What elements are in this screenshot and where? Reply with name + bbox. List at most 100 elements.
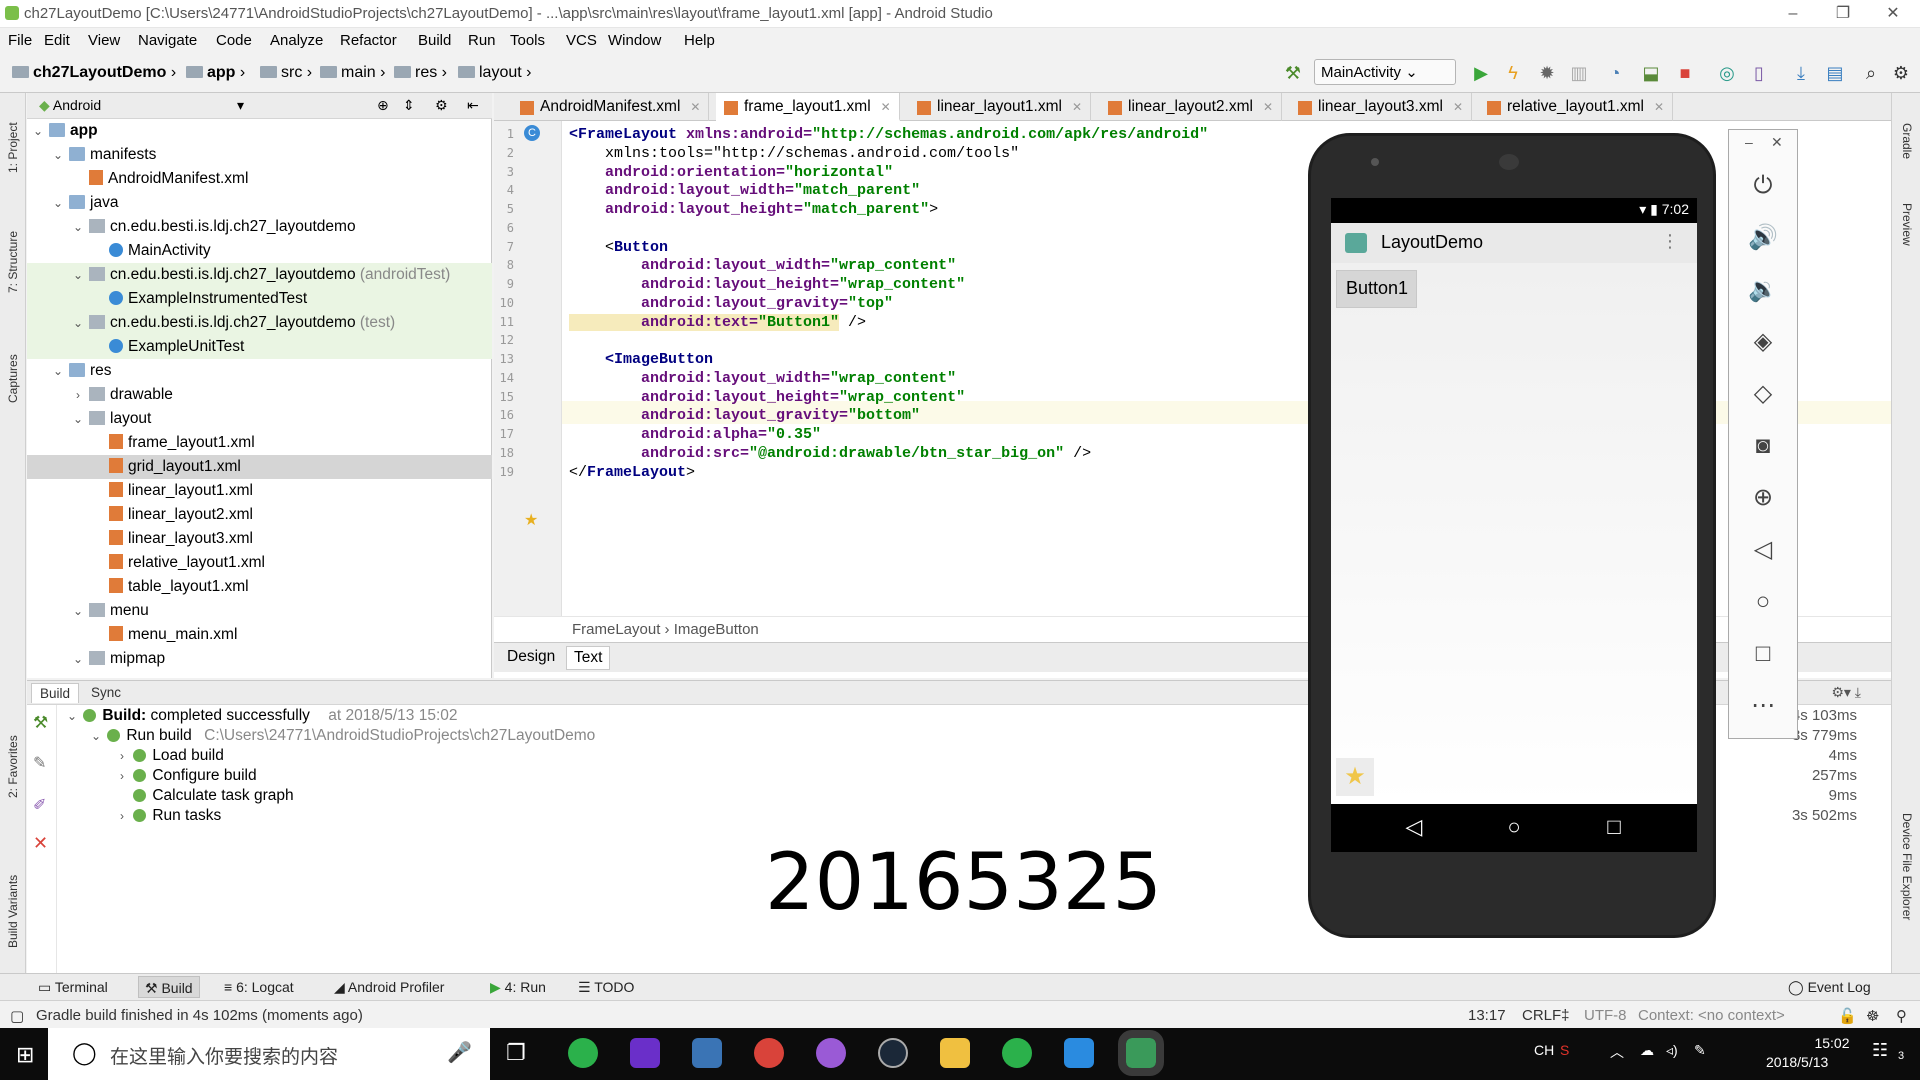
android-profiler-tab[interactable]: ◢ Android Profiler <box>334 979 444 996</box>
build-variants-tool-button[interactable]: Build Variants <box>6 875 20 948</box>
action-center-icon[interactable]: ☷ <box>1872 1040 1888 1061</box>
close-button[interactable]: ✕ <box>1868 0 1918 28</box>
status-message[interactable]: Gradle build finished in 4s 102ms (momen… <box>36 1007 363 1024</box>
preview-tool-button[interactable]: Preview <box>1900 203 1914 246</box>
wechat-app-icon[interactable] <box>1002 1038 1032 1068</box>
panel-settings-icon[interactable]: ⚙ <box>435 97 448 114</box>
taskbar-date[interactable]: 2018/5/13 <box>1766 1054 1828 1070</box>
text-tab[interactable]: Text <box>566 646 611 670</box>
expand-arrow-icon[interactable]: ⌄ <box>71 263 85 287</box>
memory-indicator-icon[interactable]: ⚲ <box>1896 1007 1907 1025</box>
tab-linear-layout1[interactable]: linear_layout1.xml ✕ <box>909 93 1091 121</box>
menu-refactor[interactable]: Refactor <box>340 32 397 49</box>
project-tree-item[interactable]: ExampleInstrumentedTest <box>27 287 492 311</box>
power-icon[interactable]: ⏻ <box>1729 164 1797 208</box>
close-tab-icon[interactable]: ✕ <box>881 100 891 114</box>
project-tree-item[interactable]: ⌄ cn.edu.besti.is.ldj.ch27_layoutdemo (te… <box>27 311 492 335</box>
volume-down-icon[interactable]: 🔉 <box>1729 268 1797 312</box>
expand-arrow-icon[interactable]: ⌄ <box>71 311 85 335</box>
run-tab[interactable]: ▶ 4: Run <box>490 979 546 996</box>
virtualbox-app-icon[interactable] <box>692 1038 722 1068</box>
project-tree-item[interactable]: menu_main.xml <box>27 623 492 647</box>
project-tree-item[interactable]: linear_layout3.xml <box>27 527 492 551</box>
attach-debugger-icon[interactable]: ⬓ <box>1640 62 1662 84</box>
file-encoding[interactable]: UTF-8 <box>1584 1007 1627 1024</box>
expand-arrow-icon[interactable]: ⌄ <box>71 407 85 431</box>
microphone-icon[interactable]: 🎤 <box>447 1040 472 1065</box>
project-structure-icon[interactable]: ▤ <box>1824 62 1846 84</box>
star-image-button[interactable]: ★ <box>1336 758 1374 796</box>
menu-navigate[interactable]: Navigate <box>138 32 197 49</box>
breadcrumb-framelayout[interactable]: FrameLayout <box>572 621 660 638</box>
view-dropdown-icon[interactable]: ▾ <box>237 97 244 114</box>
close-tab-icon[interactable]: ✕ <box>1263 100 1273 114</box>
more-icon[interactable]: ⋯ <box>1729 684 1797 728</box>
todo-tab[interactable]: ☰ TODO <box>578 979 634 996</box>
paint-app-icon[interactable] <box>754 1038 784 1068</box>
crumb-res[interactable]: res › <box>394 64 447 82</box>
project-tree-item[interactable]: relative_layout1.xml <box>27 551 492 575</box>
project-tree-item[interactable]: ⌄ res <box>27 359 492 383</box>
breadcrumb-imagebutton[interactable]: ImageButton <box>674 621 759 638</box>
pin-icon[interactable]: ✐ <box>33 795 46 815</box>
build-tab[interactable]: Build <box>31 683 80 703</box>
project-tree-item[interactable]: › drawable <box>27 383 492 407</box>
maximize-button[interactable]: ❐ <box>1818 0 1868 28</box>
sogou-ime-icon[interactable]: S <box>1560 1042 1569 1058</box>
favorites-tool-button[interactable]: 2: Favorites <box>6 735 20 798</box>
build-step-row[interactable]: › Configure build <box>115 767 257 787</box>
project-view-select[interactable]: Android <box>53 97 101 113</box>
status-toggle-icon[interactable]: ▢ <box>10 1007 24 1025</box>
expand-arrow-icon[interactable]: ⌄ <box>51 359 65 383</box>
taskbar-clock[interactable]: 15:02 <box>1804 1035 1860 1051</box>
project-tree-item[interactable]: AndroidManifest.xml <box>27 167 492 191</box>
project-tree-item[interactable]: table_layout1.xml <box>27 575 492 599</box>
caret-position[interactable]: 13:17 <box>1468 1007 1506 1024</box>
emu-back-icon[interactable]: ◁ <box>1729 528 1797 572</box>
settings-gear-icon[interactable]: ⚙ <box>1890 62 1912 84</box>
minimize-button[interactable]: – <box>1768 0 1818 28</box>
project-tree-item[interactable]: ⌄ java <box>27 191 492 215</box>
build-tool-tab[interactable]: ⚒ Build <box>138 976 200 998</box>
zoom-icon[interactable]: ⊕ <box>1729 476 1797 520</box>
build-step-row[interactable]: Calculate task graph <box>115 787 294 807</box>
lock-icon[interactable]: 🔓 <box>1838 1007 1857 1025</box>
crumb-app[interactable]: app › <box>186 64 245 82</box>
project-tree-item[interactable]: linear_layout2.xml <box>27 503 492 527</box>
menu-analyze[interactable]: Analyze <box>270 32 323 49</box>
sync-tab[interactable]: Sync <box>83 683 129 702</box>
expand-arrow-icon[interactable]: ⌄ <box>51 191 65 215</box>
expand-arrow-icon[interactable]: ⌄ <box>65 709 79 723</box>
writer-app-icon[interactable] <box>1064 1038 1094 1068</box>
android-studio-taskbar-icon[interactable] <box>1118 1030 1164 1076</box>
make-project-hammer-icon[interactable]: ⚒ <box>1282 62 1304 84</box>
device-file-explorer-button[interactable]: Device File Explorer <box>1900 813 1914 920</box>
sdk-manager-icon[interactable]: ⤓ <box>1790 62 1812 84</box>
expand-arrow-icon[interactable]: ⌄ <box>71 599 85 623</box>
overflow-menu-icon[interactable]: ⋮ <box>1661 231 1679 252</box>
crumb-src[interactable]: src › <box>260 64 312 82</box>
home-icon[interactable]: ○ <box>1499 814 1529 840</box>
event-log-tab[interactable]: ◯ Event Log <box>1788 979 1871 996</box>
task-view-icon[interactable]: ❐ <box>506 1040 526 1066</box>
terminal-tab[interactable]: ▭ Terminal <box>38 979 108 996</box>
file-explorer-icon[interactable] <box>940 1038 970 1068</box>
pen-icon[interactable]: ✎ <box>1694 1042 1706 1059</box>
build-step-row[interactable]: › Load build <box>115 747 224 767</box>
project-tree-item[interactable]: MainActivity <box>27 239 492 263</box>
run-config-select[interactable]: MainActivity ⌄ <box>1314 59 1456 85</box>
project-tree-item[interactable]: ⌄ app <box>27 119 492 143</box>
project-tree-item[interactable]: ⌄ menu <box>27 599 492 623</box>
windows-start-icon[interactable]: ⊞ <box>16 1042 34 1068</box>
expand-arrow-icon[interactable]: ⌄ <box>71 647 85 671</box>
run-icon[interactable]: ▶ <box>1470 62 1492 84</box>
project-tree-item[interactable]: frame_layout1.xml <box>27 431 492 455</box>
close-tab-icon[interactable]: ✕ <box>1072 100 1082 114</box>
tab-androidmanifest[interactable]: AndroidManifest.xml ✕ <box>512 93 710 121</box>
locate-icon[interactable]: ⊕ <box>377 97 389 114</box>
search-icon[interactable]: ⌕ <box>1860 62 1882 84</box>
collapse-icon[interactable]: ⇕ <box>403 97 415 114</box>
project-tool-button[interactable]: 1: Project <box>6 122 20 173</box>
profiler-icon[interactable]: ◔ <box>1604 62 1626 84</box>
tray-chevron-icon[interactable]: ︿ <box>1610 1042 1624 1062</box>
